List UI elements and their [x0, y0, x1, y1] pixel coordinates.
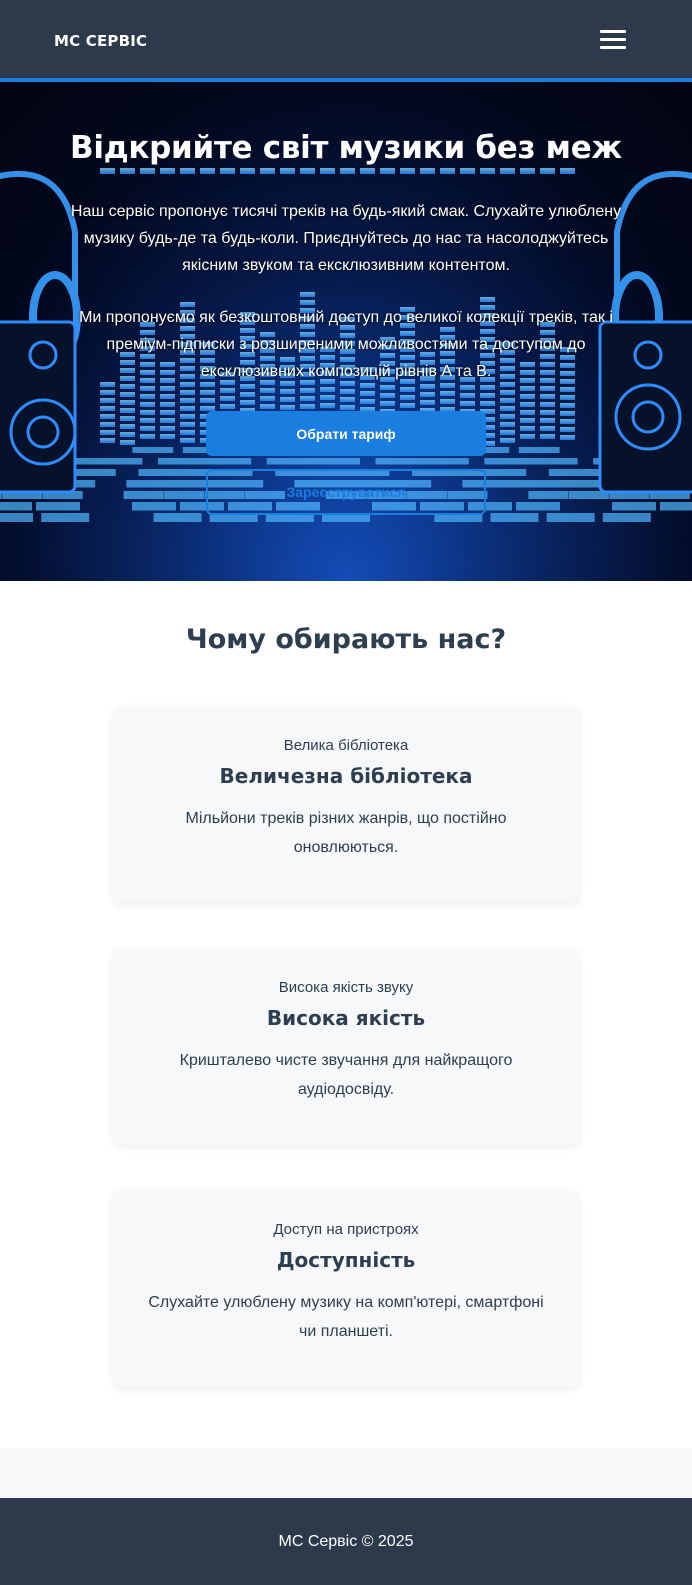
feature-text: Слухайте улюблену музику на комп'ютері, … — [148, 1294, 544, 1340]
feature-kicker: Велика бібліотека — [283, 737, 409, 754]
register-button[interactable]: Зареєструватися — [206, 469, 486, 515]
feature-text: Кришталево чисте звучання для найкращого… — [179, 1052, 513, 1098]
hero-description: Наш сервіс пропонує тисячі треків на буд… — [70, 203, 622, 274]
feature-kicker: Висока якість звуку — [278, 979, 414, 996]
site-footer: МС Сервіс © 2025 — [0, 1498, 692, 1585]
feature-text: Мільйони треків різних жанрів, що постій… — [185, 810, 507, 856]
features-title: Чому обирають нас? — [185, 624, 507, 655]
brand-logo[interactable]: МС СЕРВІС — [54, 32, 147, 50]
feature-card-quality: Висока якість звуку Висока якість Кришта… — [113, 949, 579, 1145]
site-header: МС СЕРВІС — [0, 0, 692, 79]
feature-title: Висока якість — [266, 1006, 426, 1030]
section-spacer — [0, 1448, 692, 1498]
hero-title: Відкрийте світ музики без меж — [70, 130, 622, 166]
feature-card-availability: Доступ на пристроях Доступність Слухайте… — [113, 1191, 579, 1387]
feature-card-library: Велика бібліотека Величезна бібліотека М… — [113, 707, 579, 903]
feature-kicker: Доступ на пристроях — [273, 1221, 419, 1238]
feature-title: Доступність — [276, 1248, 416, 1272]
hero-section: Відкрийте світ музики без меж Наш сервіс… — [0, 82, 692, 581]
feature-title: Величезна бібліотека — [219, 764, 473, 788]
hamburger-menu-icon[interactable] — [600, 29, 626, 51]
hero-offer-description: Ми пропонуємо як безкоштовний доступ до … — [79, 309, 613, 380]
choose-plan-button[interactable]: Обрати тариф — [206, 411, 486, 456]
footer-copyright: МС Сервіс © 2025 — [278, 1533, 414, 1550]
